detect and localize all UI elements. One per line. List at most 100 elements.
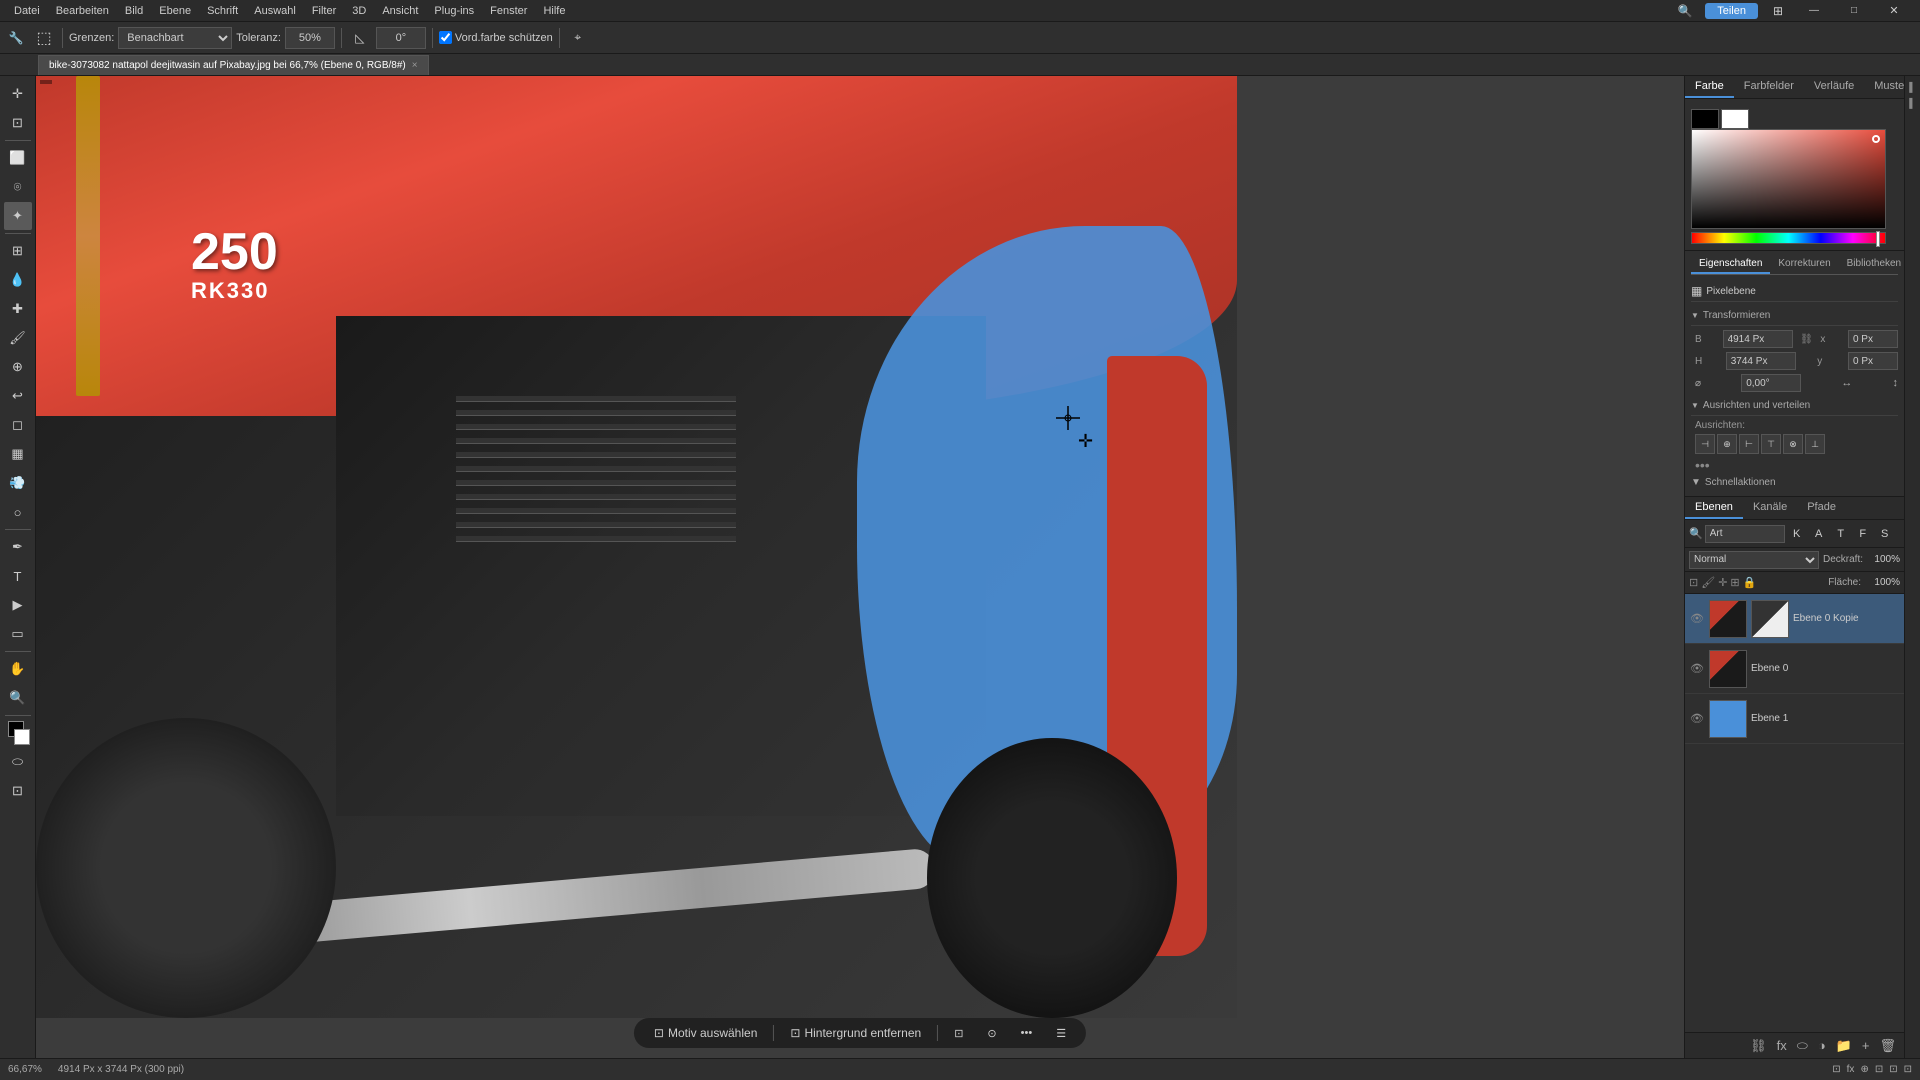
history-tool[interactable]: ↩ (4, 382, 32, 410)
tab-ebenen[interactable]: Ebenen (1685, 497, 1743, 519)
hintergrund-remove-btn[interactable]: ⊡ Hintergrund entfernen (782, 1023, 929, 1043)
quick-select-tool-side[interactable]: ✦ (4, 202, 32, 230)
layer-filter-kind-btn[interactable]: K (1787, 524, 1807, 544)
align-top-btn[interactable]: ⊤ (1761, 434, 1781, 454)
strip-icon-2[interactable]: ▌ (1906, 96, 1920, 110)
tab-muster[interactable]: Muster (1864, 76, 1904, 98)
align-left-btn[interactable]: ⊣ (1695, 434, 1715, 454)
menu-auswahl[interactable]: Auswahl (246, 0, 304, 22)
layer-2-visibility-btn[interactable]: 👁 (1689, 711, 1705, 727)
x-input[interactable] (1848, 330, 1898, 348)
b-input[interactable] (1723, 330, 1793, 348)
canvas-extra-btn4[interactable]: ☰ (1048, 1024, 1074, 1043)
menu-filter[interactable]: Filter (304, 0, 344, 22)
layer-filter-smart-btn[interactable]: S (1875, 524, 1895, 544)
align-right-btn[interactable]: ⊢ (1739, 434, 1759, 454)
schnellaktionen-header[interactable]: ▼ Schnellaktionen (1691, 473, 1898, 492)
tab-farbe[interactable]: Farbe (1685, 76, 1734, 98)
layer-item-2[interactable]: 👁 Ebene 1 (1685, 694, 1904, 744)
more-align-btn[interactable]: ••• (1695, 457, 1898, 473)
layer-delete-btn[interactable]: 🗑 (1875, 1036, 1900, 1056)
layer-1-visibility-btn[interactable]: 👁 (1689, 661, 1705, 677)
dodge-tool[interactable]: ○ (4, 498, 32, 526)
layer-adjustment-btn[interactable]: ◑ (1814, 1036, 1830, 1055)
zoom-tool[interactable]: 🔍 (4, 684, 32, 712)
tab-close-btn[interactable]: × (412, 60, 418, 71)
vordfarbe-checkbox[interactable] (439, 31, 452, 44)
tool-preset-btn[interactable]: 🔧 (4, 26, 28, 50)
layer-add-style-btn[interactable]: fx (1773, 1036, 1791, 1055)
flip-v-btn[interactable]: ↕ (1893, 377, 1899, 389)
motiv-select-btn[interactable]: ⊡ Motiv auswählen (646, 1023, 765, 1043)
menu-3d[interactable]: 3D (344, 0, 374, 22)
menu-fenster[interactable]: Fenster (482, 0, 535, 22)
lock-transp-btn[interactable]: ⊡ (1689, 576, 1698, 589)
crop-tool[interactable]: ⊞ (4, 237, 32, 265)
close-btn[interactable]: ✕ (1874, 0, 1914, 22)
move-tool[interactable]: ✛ (4, 80, 32, 108)
menu-bild[interactable]: Bild (117, 0, 151, 22)
eyedropper-tool[interactable]: 💧 (4, 266, 32, 294)
toleranz-input[interactable] (285, 27, 335, 49)
color-spectrum[interactable] (1691, 129, 1886, 229)
y-input[interactable] (1848, 352, 1898, 370)
tab-kanaele[interactable]: Kanäle (1743, 497, 1797, 519)
share-button[interactable]: Teilen (1705, 3, 1758, 19)
text-tool[interactable]: T (4, 562, 32, 590)
menu-ebene[interactable]: Ebene (151, 0, 199, 22)
grenzen-select[interactable]: Benachbart Nicht benachbart (118, 27, 232, 49)
healing-tool[interactable]: ✚ (4, 295, 32, 323)
minimize-btn[interactable]: — (1794, 0, 1834, 22)
vordfarbe-check-label[interactable]: Vord.farbe schützen (439, 31, 553, 44)
props-tab-eigenschaften[interactable]: Eigenschaften (1691, 255, 1770, 274)
path-select-tool[interactable]: ▶ (4, 591, 32, 619)
menu-plugins[interactable]: Plug-ins (426, 0, 482, 22)
quick-mask-tool[interactable]: ⬭ (4, 748, 32, 776)
angle-prop-input[interactable] (1741, 374, 1801, 392)
ausrichten-header[interactable]: ▼ Ausrichten und verteilen (1691, 396, 1898, 416)
menu-bearbeiten[interactable]: Bearbeiten (48, 0, 117, 22)
layer-item-1[interactable]: 👁 Ebene 0 (1685, 644, 1904, 694)
menu-ansicht[interactable]: Ansicht (374, 0, 426, 22)
layer-filter-mode-btn[interactable]: T (1831, 524, 1851, 544)
canvas-extra-btn3[interactable]: ••• (1013, 1024, 1041, 1042)
hand-tool[interactable]: ✋ (4, 655, 32, 683)
layer-filter-attr-btn[interactable]: A (1809, 524, 1829, 544)
marquee-tool[interactable]: ⬜ (4, 144, 32, 172)
hue-bar[interactable] (1691, 232, 1886, 244)
props-tab-korrekturen[interactable]: Korrekturen (1770, 255, 1838, 274)
eraser-tool[interactable]: ◻ (4, 411, 32, 439)
canvas-area[interactable]: 250 RK330 (36, 76, 1684, 1058)
maximize-btn[interactable]: □ (1834, 0, 1874, 22)
background-swatch[interactable] (1721, 109, 1749, 129)
lock-pos-btn[interactable]: ✛ (1718, 576, 1727, 589)
layer-0-visibility-btn[interactable]: 👁 (1689, 611, 1705, 627)
link-icon[interactable]: ⛓ (1800, 334, 1813, 345)
canvas-extra-btn1[interactable]: ⊡ (946, 1024, 971, 1043)
tab-farbfelder[interactable]: Farbfelder (1734, 76, 1804, 98)
pen-tool[interactable]: ✒ (4, 533, 32, 561)
lock-artboard-btn[interactable]: ⊞ (1730, 576, 1739, 589)
layer-item-0[interactable]: 👁 Ebene 0 Kopie (1685, 594, 1904, 644)
menu-hilfe[interactable]: Hilfe (535, 0, 573, 22)
strip-icon-1[interactable]: ▌ (1906, 80, 1920, 94)
quick-select-tool[interactable]: ⬚ (32, 26, 56, 50)
align-center-h-btn[interactable]: ⊕ (1717, 434, 1737, 454)
h-input[interactable] (1726, 352, 1796, 370)
blur-tool[interactable]: 💨 (4, 469, 32, 497)
layer-blend-mode-select[interactable]: Normal Multiplizieren Abdunkeln Aufhelle… (1689, 551, 1819, 569)
foreground-swatch[interactable] (1691, 109, 1719, 129)
workspace-btn[interactable]: ⊞ (1766, 0, 1790, 23)
transformieren-header[interactable]: ▼ Transformieren (1691, 306, 1898, 326)
canvas-extra-btn2[interactable]: ⊙ (979, 1024, 1004, 1043)
tab-verlaeufe[interactable]: Verläufe (1804, 76, 1864, 98)
layers-search-input[interactable] (1705, 525, 1785, 543)
flip-h-btn[interactable]: ↔ (1841, 377, 1852, 389)
file-tab[interactable]: bike-3073082 nattapol deejitwasin auf Pi… (38, 55, 429, 75)
search-btn[interactable]: 🔍 (1673, 0, 1697, 23)
stamp-tool[interactable]: ⊕ (4, 353, 32, 381)
angle-input[interactable] (376, 27, 426, 49)
brush-tool[interactable]: 🖌 (4, 324, 32, 352)
sample-btn[interactable]: ⌖ (566, 26, 590, 50)
lock-image-btn[interactable]: 🖌 (1701, 576, 1715, 589)
